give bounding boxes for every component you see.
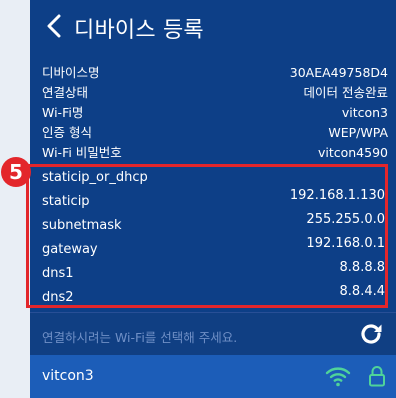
wifi-signal-icon <box>325 367 351 387</box>
wifi-select-prompt: 연결하시려는 Wi-Fi를 선택해 주세요. <box>42 330 238 345</box>
wifi-select-bar: 연결하시려는 Wi-Fi를 선택해 주세요. <box>30 313 396 355</box>
info-value: vitcon4590 <box>317 145 388 160</box>
wifi-list-item[interactable]: vitcon3 <box>30 355 396 398</box>
device-info-list: 디바이스명 30AEA49758D4 연결상태 데이터 전송완료 Wi-Fi명 … <box>42 63 388 163</box>
chevron-left-icon <box>47 14 61 38</box>
info-row-auth-type: 인증 형식 WEP/WPA <box>42 123 388 143</box>
info-value: vitcon3 <box>341 105 388 120</box>
info-label: Wi-Fi 비밀번호 <box>42 145 122 160</box>
header: 디바이스 등록 <box>30 0 396 52</box>
info-row-connection-status: 연결상태 데이터 전송완료 <box>42 83 388 103</box>
info-label: 연결상태 <box>42 85 89 100</box>
refresh-icon <box>361 324 382 344</box>
info-value: 데이터 전송완료 <box>303 85 388 100</box>
info-row-device-name: 디바이스명 30AEA49758D4 <box>42 63 388 83</box>
info-label: Wi-Fi명 <box>42 105 84 120</box>
info-row-wifi-password: Wi-Fi 비밀번호 vitcon4590 <box>42 143 388 163</box>
info-label: 디바이스명 <box>42 65 100 80</box>
info-value: WEP/WPA <box>328 125 388 140</box>
lock-icon <box>369 366 385 387</box>
highlight-box <box>26 164 388 308</box>
info-row-wifi-name: Wi-Fi명 vitcon3 <box>42 103 388 123</box>
info-label: 인증 형식 <box>42 125 92 140</box>
annotation-badge: 5 <box>1 157 31 187</box>
page-title: 디바이스 등록 <box>74 18 204 43</box>
wifi-ssid: vitcon3 <box>42 368 94 384</box>
refresh-button[interactable] <box>356 319 386 349</box>
back-button[interactable] <box>42 14 66 38</box>
info-value: 30AEA49758D4 <box>289 65 388 80</box>
